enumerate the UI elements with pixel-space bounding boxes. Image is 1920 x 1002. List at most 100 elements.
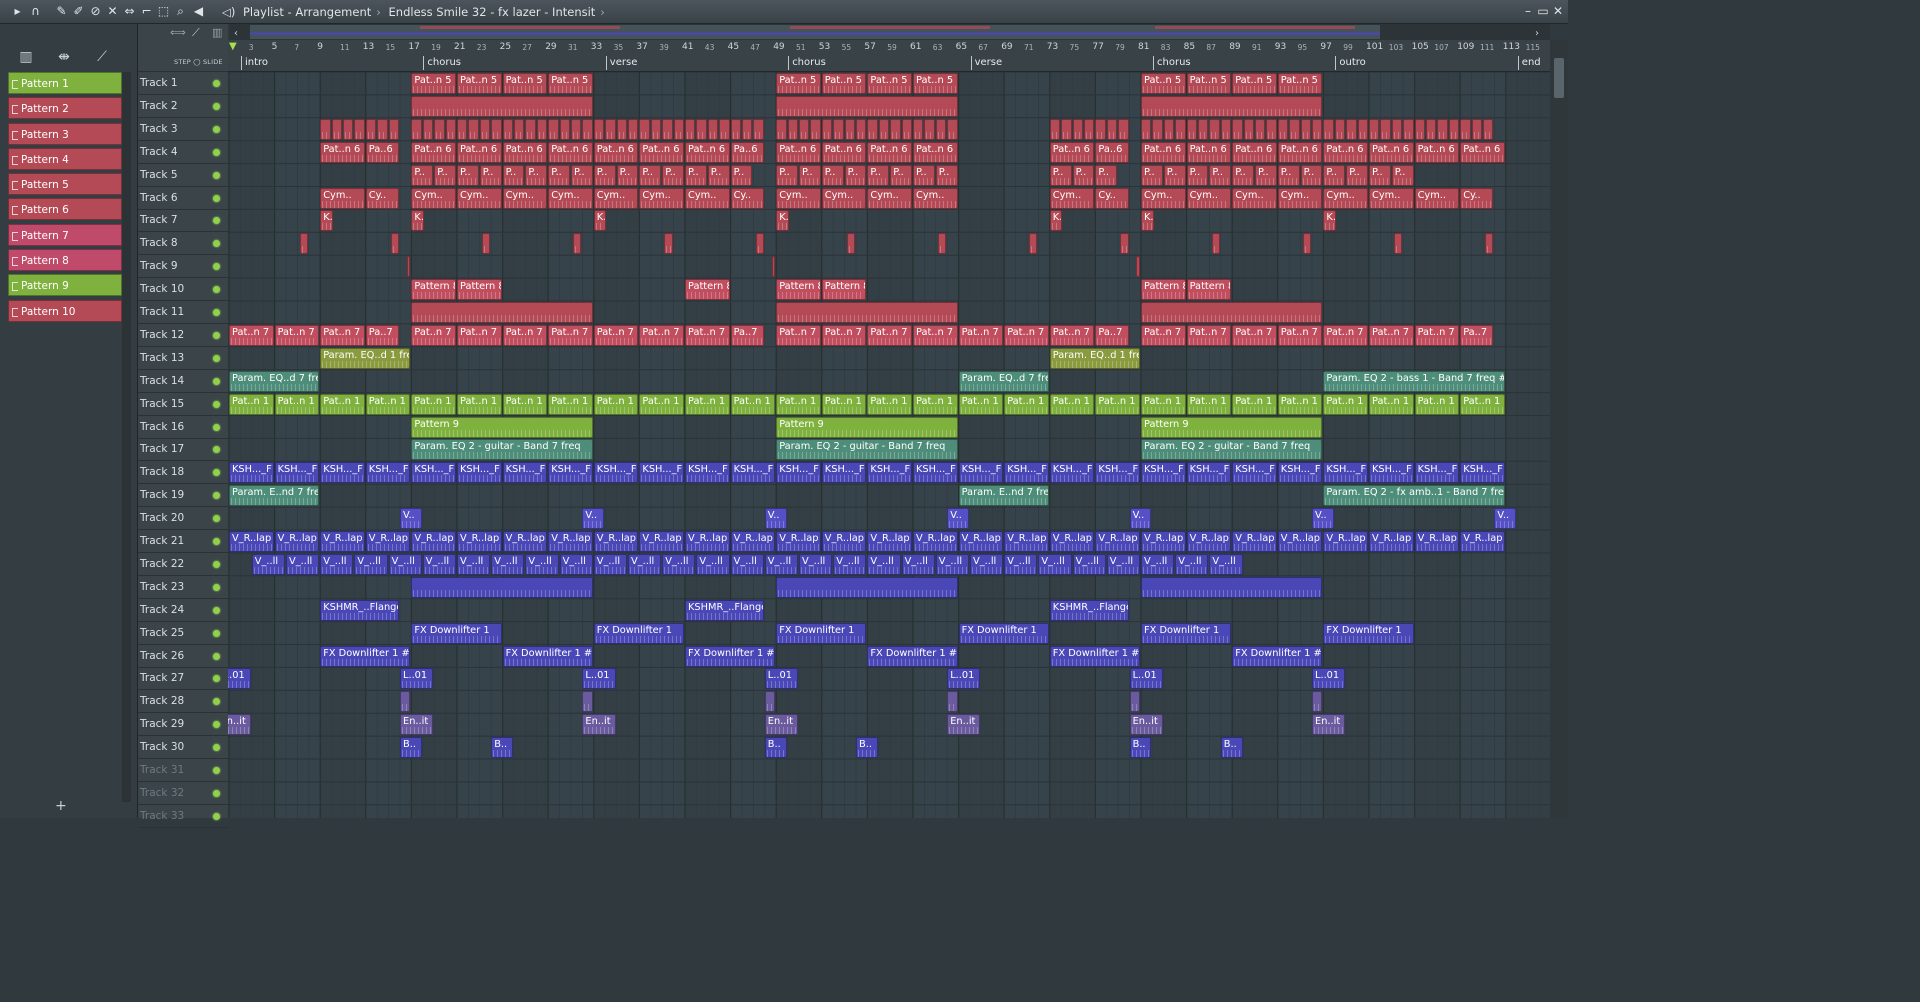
playlist-clip[interactable]: KSH..._F	[320, 462, 365, 484]
track-header[interactable]: Track 18	[138, 461, 228, 485]
playlist-clip[interactable]: Pat..n 1	[457, 393, 502, 415]
playlist-clip[interactable]	[434, 118, 445, 140]
playlist-clip[interactable]: P..	[548, 164, 570, 186]
playlist-clip[interactable]	[1141, 302, 1323, 323]
playlist-clip[interactable]: K..	[320, 210, 333, 232]
playlist-clip[interactable]: P..	[616, 164, 639, 186]
track-mute-led[interactable]	[213, 606, 220, 614]
playlist-clip[interactable]: V_..ll	[799, 553, 833, 575]
playlist-clip[interactable]	[525, 118, 536, 140]
playlist-clip[interactable]	[491, 118, 502, 140]
playlist-clip[interactable]: V..	[764, 508, 787, 530]
playlist-clip[interactable]	[1141, 118, 1152, 140]
playlist-clip[interactable]: Pat..n 7	[1232, 324, 1277, 346]
playlist-clip[interactable]: P..	[1209, 164, 1232, 186]
playlist-clip[interactable]: P..	[776, 164, 798, 186]
playlist-clip[interactable]: P..	[1391, 164, 1414, 186]
track-header[interactable]: Track 27	[138, 667, 228, 691]
playlist-clip[interactable]	[445, 118, 456, 140]
playlist-clip[interactable]: Pat..n 6	[1277, 141, 1323, 163]
playlist-clip[interactable]	[422, 118, 434, 140]
playlist-clip[interactable]: FX Downlifter 1 #2	[1049, 645, 1140, 667]
playlist-clip[interactable]: Cym..	[639, 187, 684, 209]
playlist-clip[interactable]	[1302, 233, 1311, 255]
playlist-clip[interactable]	[468, 118, 479, 140]
track-header[interactable]: Track 14	[138, 370, 228, 393]
playlist-clip[interactable]: KSH..._F	[913, 462, 958, 484]
playlist-clip[interactable]: Pattern 8	[1186, 279, 1232, 301]
playlist-clip[interactable]	[1323, 118, 1334, 140]
playlist-clip[interactable]: V_..ll	[764, 553, 798, 575]
playlist-clip[interactable]: Pat..n 7	[821, 324, 867, 346]
playlist-clip[interactable]: P..	[525, 164, 548, 186]
playlist-clip[interactable]: Pat..n 7	[685, 324, 730, 346]
playlist-clip[interactable]: V_R..lap	[1460, 531, 1505, 552]
playlist-clip[interactable]: KSH..._F	[1460, 462, 1505, 484]
playlist-clip[interactable]: K..	[1049, 210, 1063, 232]
pattern-item[interactable]: Pattern 4	[8, 147, 122, 170]
playlist-clip[interactable]: KSH..._F	[365, 462, 411, 484]
track-mute-led[interactable]	[213, 331, 220, 339]
playlist-clip[interactable]	[753, 118, 764, 140]
playlist-clip[interactable]: En..it	[582, 714, 616, 736]
playlist-clip[interactable]: V_..ll	[422, 553, 456, 575]
playlist-clip[interactable]: Pat..n 7	[274, 324, 320, 346]
playlist-clip[interactable]	[755, 233, 764, 255]
playlist-clip[interactable]	[924, 118, 935, 140]
playlist-clip[interactable]	[411, 302, 593, 323]
playlist-clip[interactable]: Cym..	[593, 187, 639, 209]
playlist-clip[interactable]: V_R..lap	[821, 531, 867, 552]
playlist-clip[interactable]	[1334, 118, 1346, 140]
playlist-clip[interactable]	[1277, 118, 1289, 140]
playlist-clip[interactable]	[1175, 118, 1186, 140]
playlist-clip[interactable]: V..	[947, 508, 969, 530]
playlist-clip[interactable]	[707, 118, 719, 140]
playlist-clip[interactable]: KSH..._F	[776, 462, 821, 484]
playlist-clip[interactable]: Pat..n 5	[502, 73, 548, 94]
mute-icon[interactable]: ✕	[105, 4, 120, 19]
playlist-clip[interactable]: Pat..n 1	[1004, 393, 1049, 415]
playlist-clip[interactable]: Cym..	[1414, 187, 1460, 209]
track-header[interactable]: Track 5	[138, 164, 228, 187]
track-header[interactable]: Track 15	[138, 393, 228, 416]
playlist-clip[interactable]	[799, 118, 810, 140]
playlist-clip[interactable]: KSH..._F	[274, 462, 320, 484]
playlist-clip[interactable]: B..	[491, 737, 513, 759]
playlist-clip[interactable]: Pat..n 1	[685, 393, 730, 415]
pattern-item[interactable]: Pattern 7	[8, 223, 122, 246]
playlist-clip[interactable]: Pat..n 7	[502, 324, 548, 346]
playlist-clip[interactable]: Pat..n 1	[1232, 393, 1277, 415]
pattern-item[interactable]: Pattern 3	[8, 122, 122, 145]
playlist-clip[interactable]	[331, 118, 342, 140]
minimize-icon[interactable]: –	[1521, 4, 1535, 18]
playlist-clip[interactable]	[1120, 233, 1129, 255]
playlist-clip[interactable]	[411, 118, 422, 140]
track-header[interactable]: Track 22	[138, 553, 228, 576]
playlist-clip[interactable]: P..	[1277, 164, 1300, 186]
playlist-clip[interactable]: Pa..7	[1095, 324, 1129, 346]
playlist-clip[interactable]	[559, 118, 570, 140]
playlist-clip[interactable]	[1209, 118, 1220, 140]
playlist-clip[interactable]: V_R..lap	[457, 531, 502, 552]
track-mute-led[interactable]	[213, 309, 220, 316]
playlist-clip[interactable]: B..	[856, 737, 878, 759]
playlist-clip[interactable]: B..	[400, 737, 422, 759]
playlist-clip[interactable]: L..01	[228, 668, 251, 690]
playlist-clip[interactable]: KSH..._F	[1095, 462, 1140, 484]
playlist-clip[interactable]	[1391, 118, 1403, 140]
playlist-clip[interactable]: KSH..._F	[1049, 462, 1095, 484]
track-mute-led[interactable]	[213, 812, 220, 820]
playlist-clip[interactable]: Cym..	[685, 187, 730, 209]
playlist-clip[interactable]: V_R..lap	[913, 531, 958, 552]
playlist-clip[interactable]	[1243, 118, 1254, 140]
playlist-clip[interactable]: FX Downlifter 1	[958, 622, 1049, 644]
playlist-clip[interactable]: Pat..n 6	[548, 141, 593, 163]
playlist-clip[interactable]: V_R..lap	[867, 531, 912, 552]
playlist-clip[interactable]	[1198, 118, 1209, 140]
track-header[interactable]: Track 8	[138, 232, 228, 256]
playlist-clip[interactable]	[605, 118, 616, 140]
playlist-clip[interactable]: V_R..lap	[1323, 531, 1368, 552]
playlist-clip[interactable]	[776, 576, 958, 598]
playlist-clip[interactable]	[571, 118, 582, 140]
playlist-clip[interactable]: P..	[730, 164, 753, 186]
